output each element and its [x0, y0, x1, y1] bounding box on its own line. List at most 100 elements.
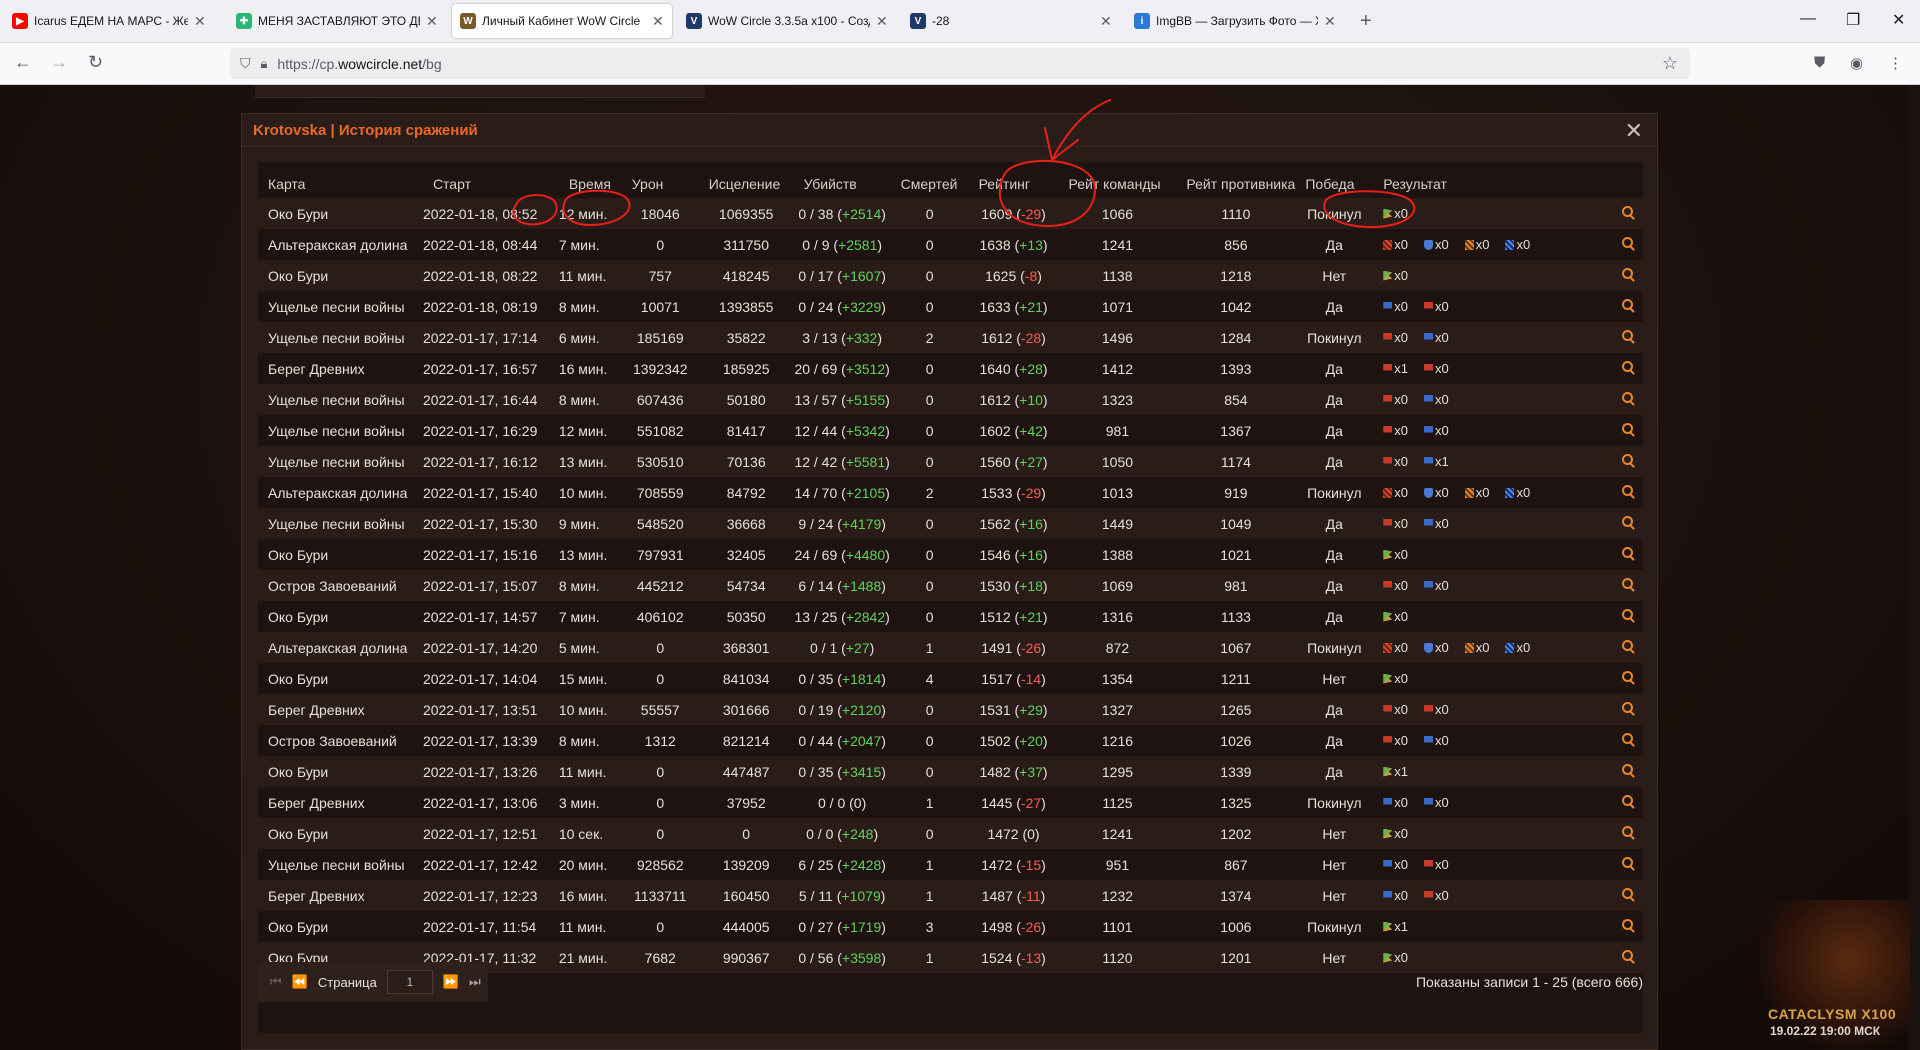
flag-g-icon — [1383, 921, 1393, 932]
reload-icon[interactable]: ↻ — [88, 52, 103, 73]
close-tab-icon[interactable]: ✕ — [426, 13, 438, 30]
search-icon[interactable] — [1621, 236, 1635, 250]
table-row[interactable]: Ущелье песни войны 2022-01-18, 08:19 8 мин… — [258, 291, 1643, 322]
browser-tab[interactable]: V WoW Circle 3.3.5a x100 - Созд ✕ — [678, 4, 896, 38]
forward-icon[interactable]: → — [50, 52, 68, 73]
table-row[interactable]: Остров Завоеваний 2022-01-17, 15:07 8 мин.… — [258, 570, 1643, 601]
table-row[interactable]: Альтеракская долина 2022-01-17, 14:20 5 ми… — [258, 632, 1643, 663]
table-row[interactable]: Берег Древних 2022-01-17, 12:23 16 мин. 113… — [258, 880, 1643, 911]
search-icon[interactable] — [1621, 639, 1635, 653]
restore-icon[interactable]: ❐ — [1846, 10, 1860, 30]
search-icon[interactable] — [1621, 515, 1635, 529]
shield-icon[interactable]: ⛉ — [240, 55, 251, 72]
header-col-result: Результат — [1383, 176, 1447, 192]
table-row[interactable]: Ущелье песни войны 2022-01-17, 16:29 12 ми… — [258, 415, 1643, 446]
search-icon[interactable] — [1621, 453, 1635, 467]
browser-tab-active[interactable]: W Личный Кабинет WoW Circle ✕ — [452, 4, 672, 38]
search-icon[interactable] — [1621, 422, 1635, 436]
url-text[interactable]: https://cp.wowcircle.net/bg — [277, 56, 441, 72]
table-row[interactable]: Око Бури 2022-01-17, 11:54 11 мин. 0 444005 0… — [258, 911, 1643, 942]
next-page-icon[interactable]: ⏩ — [443, 974, 459, 990]
table-row[interactable]: Ущелье песни войны 2022-01-17, 15:30 9 мин… — [258, 508, 1643, 539]
close-icon[interactable]: ✕ — [1625, 118, 1643, 144]
close-tab-icon[interactable]: ✕ — [652, 13, 664, 30]
menu-icon[interactable]: ⋮ — [1888, 54, 1903, 72]
team-rating-cell: 1295 — [1058, 756, 1177, 787]
table-row[interactable]: Око Бури 2022-01-17, 12:51 10 сек. 0 0 0 / 0 … — [258, 818, 1643, 849]
tab-title: Личный Кабинет WoW Circle — [482, 14, 641, 28]
search-icon[interactable] — [1621, 205, 1635, 219]
browser-tab[interactable]: i ImgBB — Загрузить Фото — Xc ✕ — [1126, 4, 1344, 38]
minimize-icon[interactable]: — — [1800, 10, 1816, 28]
close-tab-icon[interactable]: ✕ — [1100, 13, 1112, 30]
table-row[interactable]: Око Бури 2022-01-17, 14:57 7 мин. 406102 503… — [258, 601, 1643, 632]
table-row[interactable]: Око Бури 2022-01-17, 14:04 15 мин. 0 841034 0… — [258, 663, 1643, 694]
search-icon[interactable] — [1621, 887, 1635, 901]
browser-tab[interactable]: V -28 ✕ — [902, 4, 1120, 38]
table-row[interactable]: Берег Древних 2022-01-17, 13:51 10 мин. 555… — [258, 694, 1643, 725]
search-icon[interactable] — [1621, 484, 1635, 498]
duration-cell: 20 мин. — [558, 849, 622, 880]
rating-text: 1562 ( — [979, 515, 1020, 532]
table-row[interactable]: Остров Завоеваний 2022-01-17, 13:39 8 мин.… — [258, 725, 1643, 756]
new-tab-icon[interactable]: + — [1360, 10, 1372, 33]
table-row[interactable]: Альтеракская долина 2022-01-18, 08:44 7 ми… — [258, 229, 1643, 260]
table-row[interactable]: Ущелье песни войны 2022-01-17, 16:44 8 мин… — [258, 384, 1643, 415]
table-row[interactable]: Берег Древних 2022-01-17, 16:57 16 мин. 139… — [258, 353, 1643, 384]
page-number-input[interactable] — [386, 970, 433, 994]
search-icon[interactable] — [1621, 391, 1635, 405]
search-icon[interactable] — [1621, 546, 1635, 560]
table-row[interactable]: Око Бури 2022-01-17, 13:26 11 мин. 0 447487 0… — [258, 756, 1643, 787]
search-icon[interactable] — [1621, 701, 1635, 715]
close-tab-icon[interactable]: ✕ — [194, 13, 206, 30]
search-icon[interactable] — [1621, 608, 1635, 622]
close-tab-icon[interactable]: ✕ — [1324, 13, 1336, 30]
damage-cell: 1133711 — [621, 880, 699, 911]
browser-tab[interactable]: ✚ МЕНЯ ЗАСТАВЛЯЮТ ЭТО ДЕЛ ✕ — [228, 4, 446, 38]
kills-cell: 0 / 35 (+3415) — [793, 756, 891, 787]
search-icon[interactable] — [1621, 577, 1635, 591]
result-badge: x0 — [1424, 888, 1449, 903]
search-icon[interactable] — [1621, 732, 1635, 746]
search-icon[interactable] — [1621, 267, 1635, 281]
search-icon[interactable] — [1621, 360, 1635, 374]
first-page-icon[interactable]: ⏮ — [270, 974, 282, 990]
search-icon[interactable] — [1621, 949, 1635, 963]
prev-page-icon[interactable]: ⏪ — [292, 974, 308, 990]
browser-tab[interactable]: ▶ Icarus ЕДЕМ НА МАРС - Жечь ✕ — [4, 4, 214, 38]
table-row[interactable]: Око Бури 2022-01-17, 15:16 13 мин. 797931 32… — [258, 539, 1643, 570]
pocket-icon[interactable]: ⛊ — [1814, 54, 1825, 71]
search-icon[interactable] — [1621, 856, 1635, 870]
table-row[interactable]: Око Бури 2022-01-18, 08:22 11 мин. 757 41824… — [258, 260, 1643, 291]
team-rating-cell: 1069 — [1058, 570, 1177, 601]
close-window-icon[interactable]: ✕ — [1892, 10, 1905, 30]
kills-text: 0 / 38 ( — [798, 205, 842, 222]
last-page-icon[interactable]: ⏭ — [469, 974, 481, 990]
rating-delta: -13 — [1020, 949, 1042, 966]
healing-cell: 990367 — [698, 942, 794, 973]
search-icon[interactable] — [1621, 329, 1635, 343]
lock-icon[interactable]: 🔒︎ — [261, 56, 268, 72]
table-row[interactable]: Ущелье песни войны 2022-01-17, 12:42 20 ми… — [258, 849, 1643, 880]
kills-cell: 9 / 24 (+4179) — [793, 508, 891, 539]
account-icon[interactable]: ◉ — [1850, 54, 1863, 72]
search-icon[interactable] — [1621, 298, 1635, 312]
table-row[interactable]: Альтеракская долина 2022-01-17, 15:40 10 м… — [258, 477, 1643, 508]
kills-delta: +332 — [845, 329, 878, 346]
table-row[interactable]: Ущелье песни войны 2022-01-17, 17:14 6 мин… — [258, 322, 1643, 353]
bookmark-star-icon[interactable]: ☆ — [1662, 53, 1678, 74]
table-row[interactable]: Берег Древних 2022-01-17, 13:06 3 мин. 0 379… — [258, 787, 1643, 818]
search-icon[interactable] — [1621, 794, 1635, 808]
rating-text: 1472 ( — [981, 856, 1021, 873]
search-icon[interactable] — [1621, 825, 1635, 839]
details-cell — [1613, 818, 1643, 849]
address-bar[interactable]: ⛉ 🔒︎ https://cp.wowcircle.net/bg ☆ — [230, 48, 1690, 79]
start-cell: 2022-01-17, 15:40 — [422, 477, 559, 508]
back-icon[interactable]: ← — [14, 52, 32, 73]
close-tab-icon[interactable]: ✕ — [876, 13, 888, 30]
table-row[interactable]: Око Бури 2022-01-18, 08:52 12 мин. 18046 106… — [258, 198, 1643, 229]
search-icon[interactable] — [1621, 763, 1635, 777]
table-row[interactable]: Ущелье песни войны 2022-01-17, 16:12 13 ми… — [258, 446, 1643, 477]
search-icon[interactable] — [1621, 918, 1635, 932]
search-icon[interactable] — [1621, 670, 1635, 684]
